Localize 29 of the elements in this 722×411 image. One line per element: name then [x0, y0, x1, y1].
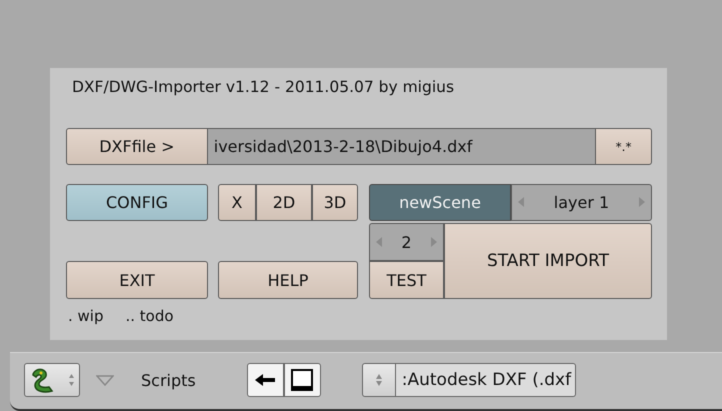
left-arrow-icon — [254, 373, 276, 387]
panel-title: DXF/DWG-Importer v1.12 - 2011.05.07 by migius — [71, 78, 454, 98]
up-down-arrows-icon — [68, 373, 75, 387]
count-spinner[interactable]: 2 — [369, 223, 444, 261]
note-text: .. todo — [126, 307, 174, 325]
window-icon — [290, 368, 314, 392]
menu-label[interactable]: Scripts — [141, 370, 196, 390]
help-button[interactable]: HELP — [218, 261, 358, 299]
exit-button[interactable]: EXIT — [66, 261, 208, 299]
script-list-toggle[interactable] — [362, 363, 396, 397]
dimension-button[interactable]: 3D — [312, 184, 358, 221]
file-path-field[interactable]: iversidad\2013-2-18\Dibujo4.dxf — [208, 128, 596, 165]
test-button[interactable]: TEST — [369, 261, 444, 299]
note-text: . wip — [68, 307, 104, 325]
filter-button[interactable]: *.* — [595, 128, 652, 165]
window-button[interactable] — [284, 363, 321, 397]
spinner-value: 2 — [401, 232, 412, 252]
spinner-value: layer 1 — [554, 193, 610, 212]
file-button[interactable]: DXFfile > — [66, 128, 208, 165]
editor-type-selector[interactable] — [24, 363, 80, 397]
back-arrow-button[interactable] — [246, 363, 284, 397]
dimension-button[interactable]: 2D — [256, 184, 312, 221]
script-selector-field[interactable]: :Autodesk DXF (.dxf — [396, 363, 576, 397]
start-import-button[interactable]: START IMPORT — [444, 223, 652, 299]
layer-spinner[interactable]: layer 1 — [511, 184, 652, 221]
config-button[interactable]: CONFIG — [66, 184, 208, 221]
up-down-arrows-icon — [374, 373, 383, 387]
scene-name-field[interactable]: newScene — [369, 184, 511, 221]
dimension-button[interactable]: X — [218, 184, 256, 221]
